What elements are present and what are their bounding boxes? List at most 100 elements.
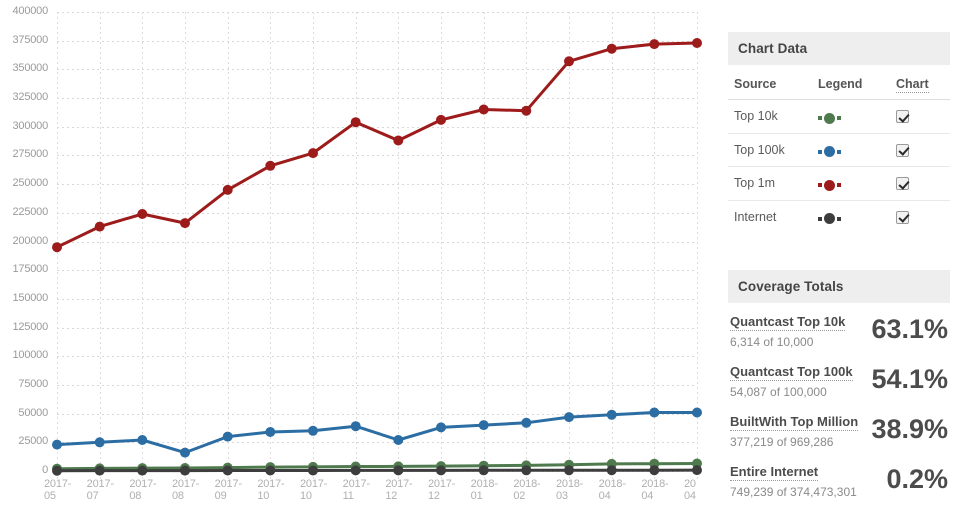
- series-point-top-1m[interactable]: [692, 38, 702, 48]
- series-point-internet[interactable]: [350, 465, 361, 476]
- series-point-internet[interactable]: [137, 465, 148, 476]
- series-point-internet[interactable]: [606, 465, 617, 476]
- column-header-source: Source: [728, 69, 812, 100]
- coverage-total-title[interactable]: Quantcast Top 10k: [730, 314, 846, 331]
- series-point-top-1m[interactable]: [436, 114, 446, 125]
- coverage-totals-body: Quantcast Top 10k 6,314 of 10,000 63.1% Qua…: [728, 303, 950, 503]
- series-point-top-100k[interactable]: [94, 437, 105, 448]
- series-point-top-1m[interactable]: [606, 43, 617, 54]
- x-axis-tick-label: 2017- 09: [214, 478, 242, 502]
- series-point-internet[interactable]: [222, 465, 233, 476]
- chart-series-layer: [52, 38, 702, 476]
- series-point-top-100k[interactable]: [478, 420, 489, 431]
- coverage-total-row: Quantcast Top 100k 54,087 of 100,000 54.1%: [728, 353, 950, 403]
- series-point-internet[interactable]: [521, 465, 532, 476]
- series-point-top-100k[interactable]: [564, 412, 574, 423]
- coverage-total-title[interactable]: Quantcast Top 100k: [730, 364, 853, 381]
- x-axis-tick-label: 2017- 07: [86, 478, 114, 502]
- y-axis-tick-label: 400000: [12, 5, 48, 17]
- legend-dot: [824, 112, 835, 124]
- x-axis-tick-label: 2017- 08: [172, 478, 200, 502]
- series-point-top-1m[interactable]: [521, 105, 532, 116]
- y-axis-tick-label: 225000: [12, 205, 48, 218]
- series-point-top-1m[interactable]: [393, 135, 404, 146]
- series-point-internet[interactable]: [478, 465, 489, 476]
- series-point-top-100k[interactable]: [649, 407, 660, 418]
- chart-gridlines: [57, 12, 698, 479]
- series-point-internet[interactable]: [52, 465, 62, 476]
- x-axis-tick-label: 2017- 10: [300, 478, 328, 502]
- legend-dot: [824, 146, 835, 157]
- y-axis-tick-label: 200000: [12, 234, 48, 247]
- x-axis-tick-label: 2018- 04: [598, 478, 626, 502]
- series-point-top-100k[interactable]: [606, 409, 617, 420]
- coverage-total-title[interactable]: BuiltWith Top Million: [730, 414, 859, 431]
- chart-toggle-cell: [890, 166, 950, 201]
- coverage-total-row: Quantcast Top 10k 6,314 of 10,000 63.1%: [728, 303, 950, 353]
- series-point-internet[interactable]: [265, 465, 276, 476]
- y-axis-tick-label: 50000: [18, 406, 48, 419]
- series-point-top-100k[interactable]: [350, 421, 361, 432]
- y-axis-tick-label: 350000: [12, 62, 48, 75]
- coverage-total-left: Entire Internet 749,239 of 374,473,301: [730, 462, 857, 499]
- series-point-top-1m[interactable]: [265, 160, 276, 171]
- chart-visibility-checkbox[interactable]: [896, 143, 909, 157]
- series-point-top-1m[interactable]: [350, 117, 361, 128]
- series-point-internet[interactable]: [564, 465, 574, 476]
- y-axis-tick-label: 325000: [12, 91, 48, 104]
- coverage-total-title[interactable]: Entire Internet: [730, 464, 819, 481]
- legend-dot: [824, 179, 835, 191]
- series-point-internet[interactable]: [94, 465, 105, 476]
- series-point-internet[interactable]: [393, 465, 404, 476]
- chart-visibility-checkbox[interactable]: [896, 210, 909, 224]
- source-cell: Internet: [734, 209, 777, 224]
- series-point-top-100k[interactable]: [692, 407, 702, 418]
- series-point-top-1m[interactable]: [180, 218, 190, 229]
- x-axis-tick-label: 2018- 02: [513, 478, 541, 502]
- legend-dash-right: [837, 183, 841, 187]
- chart-page: 400000 375000 350000 325000 300000 275000 2500…: [0, 0, 970, 510]
- series-point-internet[interactable]: [436, 465, 446, 476]
- y-axis-tick-label: 250000: [12, 177, 48, 190]
- series-point-internet[interactable]: [180, 465, 190, 476]
- coverage-total-percent: 63.1%: [871, 314, 948, 344]
- series-point-top-1m[interactable]: [52, 242, 62, 253]
- series-point-top-1m[interactable]: [564, 56, 574, 67]
- chart-visibility-checkbox[interactable]: [896, 110, 909, 124]
- series-point-internet[interactable]: [649, 465, 660, 476]
- series-point-top-1m[interactable]: [94, 221, 105, 232]
- x-axis-tick-label: 2017- 05: [44, 478, 72, 502]
- x-axis-tick-label: 2018- 04: [641, 478, 669, 502]
- series-point-top-1m[interactable]: [222, 184, 233, 195]
- legend-dash-right: [837, 216, 841, 221]
- series-point-top-1m[interactable]: [137, 209, 148, 219]
- series-point-top-100k[interactable]: [436, 422, 446, 433]
- coverage-total-subtext: 749,239 of 374,473,301: [730, 485, 857, 499]
- series-point-top-100k[interactable]: [52, 439, 62, 450]
- series-point-internet[interactable]: [308, 465, 318, 476]
- series-point-top-100k[interactable]: [180, 447, 190, 458]
- x-axis-tick-label: 2017- 11: [342, 478, 370, 502]
- table-row: Top 10k: [728, 99, 950, 134]
- series-point-internet[interactable]: [692, 465, 702, 476]
- series-point-top-1m[interactable]: [478, 104, 489, 115]
- series-point-top-1m[interactable]: [308, 148, 318, 159]
- series-point-top-100k[interactable]: [308, 425, 318, 436]
- column-header-source-label: Source: [734, 77, 777, 91]
- chart-visibility-checkbox[interactable]: [896, 177, 909, 191]
- series-point-top-1m[interactable]: [649, 39, 660, 50]
- coverage-total-subtext: 6,314 of 10,000: [730, 335, 814, 349]
- series-point-top-100k[interactable]: [393, 435, 404, 445]
- source-cell: Top 100k: [728, 133, 812, 167]
- coverage-total-left: BuiltWith Top Million 377,219 of 969,286: [730, 412, 859, 449]
- series-line-top-10k: [55, 462, 699, 471]
- x-axis-tick-label: 20 04: [684, 478, 696, 502]
- coverage-total-percent: 54.1%: [871, 364, 948, 394]
- coverage-totals-header: Coverage Totals: [728, 270, 950, 303]
- series-point-top-100k[interactable]: [265, 427, 276, 437]
- series-point-top-100k[interactable]: [521, 417, 532, 428]
- column-header-chart-label: Chart: [896, 77, 929, 93]
- series-point-top-100k[interactable]: [222, 431, 233, 442]
- coverage-total-subtext: 377,219 of 969,286: [730, 435, 834, 449]
- series-point-top-100k[interactable]: [137, 435, 148, 445]
